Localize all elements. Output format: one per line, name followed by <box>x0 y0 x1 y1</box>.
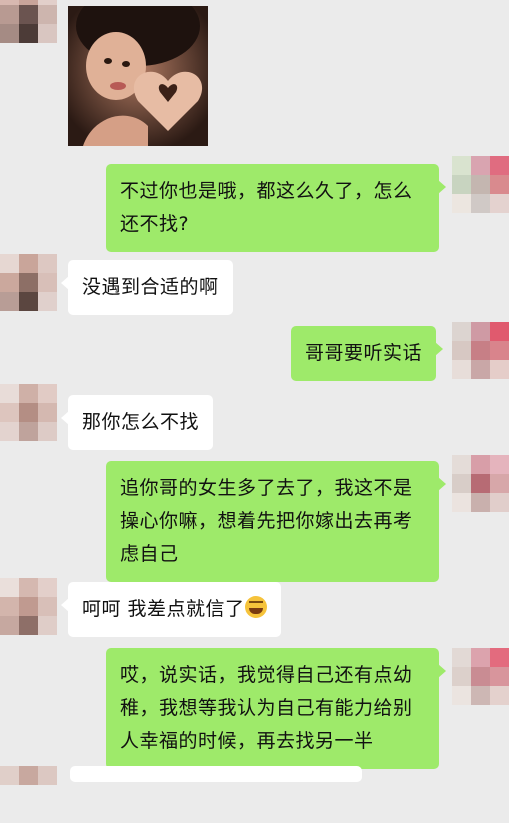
message-text: 呵呵 我差点就信了 <box>82 598 245 620</box>
message-bubble-incoming[interactable]: 那你怎么不找 <box>60 395 214 450</box>
message-text: 哎，说实话，我觉得自己还有点幼稚，我想等我认为自己有能力给别人幸福的时候，再去找… <box>120 664 413 752</box>
message-bubble-outgoing[interactable]: 哥哥要听实话 <box>291 326 444 381</box>
message-text: 追你哥的女生多了去了，我这不是操心你嘛，想着先把你嫁出去再考虑自己 <box>120 477 413 565</box>
contact-avatar[interactable] <box>0 578 57 635</box>
message-bubble-outgoing[interactable]: 追你哥的女生多了去了，我这不是操心你嘛，想着先把你嫁出去再考虑自己 <box>106 461 446 582</box>
contact-avatar[interactable] <box>0 0 57 43</box>
contact-avatar[interactable] <box>0 254 57 311</box>
message-text: 不过你也是哦，都这么久了，怎么还不找? <box>120 180 413 235</box>
message-bubble-outgoing[interactable]: 不过你也是哦，都这么久了，怎么还不找? <box>106 164 446 252</box>
message-text: 那你怎么不找 <box>82 411 200 433</box>
contact-avatar[interactable] <box>0 384 57 441</box>
message-bubble-incoming-partial[interactable] <box>70 766 362 782</box>
user-avatar[interactable] <box>452 455 509 512</box>
contact-avatar[interactable] <box>0 766 57 823</box>
chat-conversation[interactable]: 不过你也是哦，都这么久了，怎么还不找? 没遇到合适的啊 哥哥要听实话 那你怎么不… <box>0 0 509 785</box>
user-avatar[interactable] <box>452 322 509 379</box>
message-text: 哥哥要听实话 <box>305 342 423 364</box>
user-avatar[interactable] <box>452 648 509 705</box>
heart-hands-photo-icon <box>68 6 208 146</box>
user-avatar[interactable] <box>452 156 509 213</box>
message-bubble-outgoing[interactable]: 哎，说实话，我觉得自己还有点幼稚，我想等我认为自己有能力给别人幸福的时候，再去找… <box>106 648 446 769</box>
message-text: 没遇到合适的啊 <box>82 276 219 298</box>
message-bubble-incoming[interactable]: 呵呵 我差点就信了 <box>61 582 281 637</box>
message-bubble-incoming[interactable]: 没遇到合适的啊 <box>61 260 233 315</box>
photo-message[interactable] <box>68 6 208 146</box>
laughing-crying-emoji-icon <box>244 596 267 618</box>
